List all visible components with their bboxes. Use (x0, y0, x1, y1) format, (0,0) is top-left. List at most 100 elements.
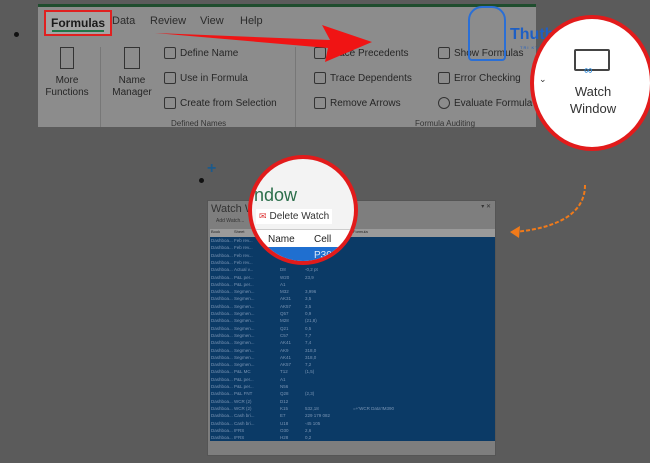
table-cell: P&L MC (234, 369, 251, 375)
table-cell: Dashboa... (211, 376, 233, 382)
close-icon[interactable]: ▾ ✕ (481, 203, 491, 210)
watch-table[interactable]: Dashboa... Feb rev... Dashboa... Feb rev...… (210, 237, 495, 441)
table-cell: H28 (280, 435, 289, 441)
table-cell: WCR (2) (234, 398, 252, 404)
add-watch-button[interactable]: Add Watch... (216, 218, 244, 224)
table-row[interactable]: Dashboa... WCR (2) D12 (210, 398, 495, 405)
magnifier: ndow ✉ Delete Watch Name Cell P30 (248, 155, 358, 265)
table-cell: P&L FNT (234, 391, 253, 397)
watch-window-magnified-button[interactable]: ⌄ ∞ Watch Window (530, 15, 650, 151)
table-cell: -45 105 (305, 420, 321, 426)
table-cell: Dashboa... (211, 369, 233, 375)
table-cell: E7 (280, 413, 286, 419)
table-cell: (21,8) (305, 318, 317, 324)
table-cell: 2,6 (305, 427, 312, 433)
table-cell: Segmen... (234, 325, 255, 331)
table-cell: 3,996 (305, 289, 317, 295)
table-cell: Segmen... (234, 347, 255, 353)
table-cell: 0,9 (305, 311, 312, 316)
table-cell: Dashboa... (211, 413, 233, 419)
table-cell: (1,5) (305, 369, 315, 375)
table-cell: AK57 (280, 303, 292, 309)
table-cell: AK41 (280, 340, 292, 346)
table-cell: Cash bri... (234, 413, 255, 419)
table-row[interactable]: Dashboa... Segmen... AK41 7,4 (210, 339, 495, 346)
table-cell: Dashboa... (211, 289, 233, 295)
table-row[interactable]: Dashboa... Segmen... AK57 7,2 (210, 361, 495, 368)
table-row[interactable]: Dashboa... Segmen... AK41 318,0 (210, 354, 495, 361)
table-row[interactable]: Dashboa... IFRS H28 0,2 (210, 434, 495, 441)
table-row[interactable]: Dashboa... Segmen... AK31 3,5 (210, 295, 495, 302)
table-cell: AK57 (280, 362, 292, 368)
table-cell: P&L per... (234, 274, 254, 280)
table-cell: Dashboa... (211, 435, 233, 441)
table-cell: =+'WCR Data'!M390 (353, 405, 394, 411)
table-row[interactable]: Dashboa... Actual v... D8 -0,2 pt (210, 266, 495, 273)
table-cell: Feb rev... (234, 252, 253, 258)
table-cell: 0,2 (305, 435, 312, 441)
table-cell: P&L per... (234, 384, 254, 389)
table-row[interactable]: Dashboa... P&L per... A1 (210, 376, 495, 383)
table-cell: Dashboa... (211, 384, 233, 389)
table-cell: Dashboa... (211, 238, 233, 243)
table-cell: Dashboa... (211, 362, 233, 368)
table-cell: U18 (280, 420, 289, 426)
table-row[interactable]: Dashboa... P&L per... W20 23,9 (210, 274, 495, 281)
chevron-down-icon: ⌄ (539, 74, 547, 84)
table-row[interactable]: Dashboa... Segmen... Q57 0,9 (210, 310, 495, 317)
table-cell: 3,5 (305, 303, 312, 309)
table-row[interactable]: Dashboa... P&L per... N56 (210, 383, 495, 390)
table-cell: -0,2 pt (305, 267, 318, 273)
table-cell: WCR (2) (234, 405, 252, 411)
table-row[interactable]: Dashboa... Segmen... M28 (21,8) (210, 317, 495, 324)
table-cell: 3,5 (305, 296, 312, 302)
table-cell: D12 (280, 398, 289, 404)
table-cell: O30 (280, 427, 289, 433)
table-cell: Segmen... (234, 318, 255, 324)
table-cell: Segmen... (234, 311, 255, 316)
table-row[interactable]: Dashboa... Segmen... C57 7,7 (210, 332, 495, 339)
table-cell: Feb rev... (234, 259, 253, 265)
table-cell: M28 (280, 318, 289, 324)
table-cell: AK9 (280, 347, 289, 353)
table-row[interactable]: Dashboa... WCR (2) K15 532,18 =+'WCR Data'!M… (210, 405, 495, 412)
table-cell: D8 (280, 267, 286, 273)
table-cell: P&L per... (234, 281, 254, 287)
table-cell: Dashboa... (211, 318, 233, 324)
table-cell: Q21 (280, 325, 289, 331)
table-cell: A1 (280, 376, 286, 382)
table-cell: Feb rev... (234, 238, 253, 243)
table-row[interactable]: Dashboa... Segmen... AK57 3,5 (210, 303, 495, 310)
table-cell: Segmen... (234, 354, 255, 360)
table-cell: IFRS (234, 427, 245, 433)
table-row[interactable]: Dashboa... Cash bri... E7 229 179 082 (210, 412, 495, 419)
table-cell: Cash bri... (234, 420, 255, 426)
table-row[interactable]: Dashboa... Segmen... M32 3,996 (210, 288, 495, 295)
table-cell: Segmen... (234, 332, 255, 338)
table-cell: Segmen... (234, 303, 255, 309)
table-cell: Segmen... (234, 296, 255, 302)
table-cell: Feb rev... (234, 245, 253, 251)
table-cell: AK31 (280, 296, 292, 302)
table-cell: Dashboa... (211, 267, 233, 273)
table-cell: AK41 (280, 354, 292, 360)
delete-watch-icon: ✉ (259, 211, 267, 221)
table-cell: 7,2 (305, 362, 312, 368)
table-cell: Dashboa... (211, 340, 233, 346)
table-row[interactable]: Dashboa... P&L FNT Q28 (2,3) (210, 390, 495, 397)
table-row[interactable]: Dashboa... Cash bri... U18 -45 105 (210, 420, 495, 427)
table-cell: W20 (280, 274, 290, 280)
table-row[interactable]: Dashboa... P&L per... A1 (210, 281, 495, 288)
table-row[interactable]: Dashboa... Segmen... Q21 0,5 (210, 325, 495, 332)
table-cell: 0,5 (305, 325, 312, 331)
table-cell: Dashboa... (211, 325, 233, 331)
table-cell: T12 (280, 369, 288, 375)
table-row[interactable]: Dashboa... Segmen... AK9 318,0 (210, 347, 495, 354)
table-row[interactable]: Dashboa... IFRS O30 2,6 (210, 427, 495, 434)
delete-watch-button[interactable]: ✉ Delete Watch (256, 209, 333, 224)
table-cell: N56 (280, 384, 289, 389)
table-row[interactable]: Dashboa... P&L MC T12 (1,5) (210, 368, 495, 375)
table-cell: 532,18 (305, 405, 319, 411)
table-cell: Dashboa... (211, 420, 233, 426)
table-cell: Dashboa... (211, 332, 233, 338)
